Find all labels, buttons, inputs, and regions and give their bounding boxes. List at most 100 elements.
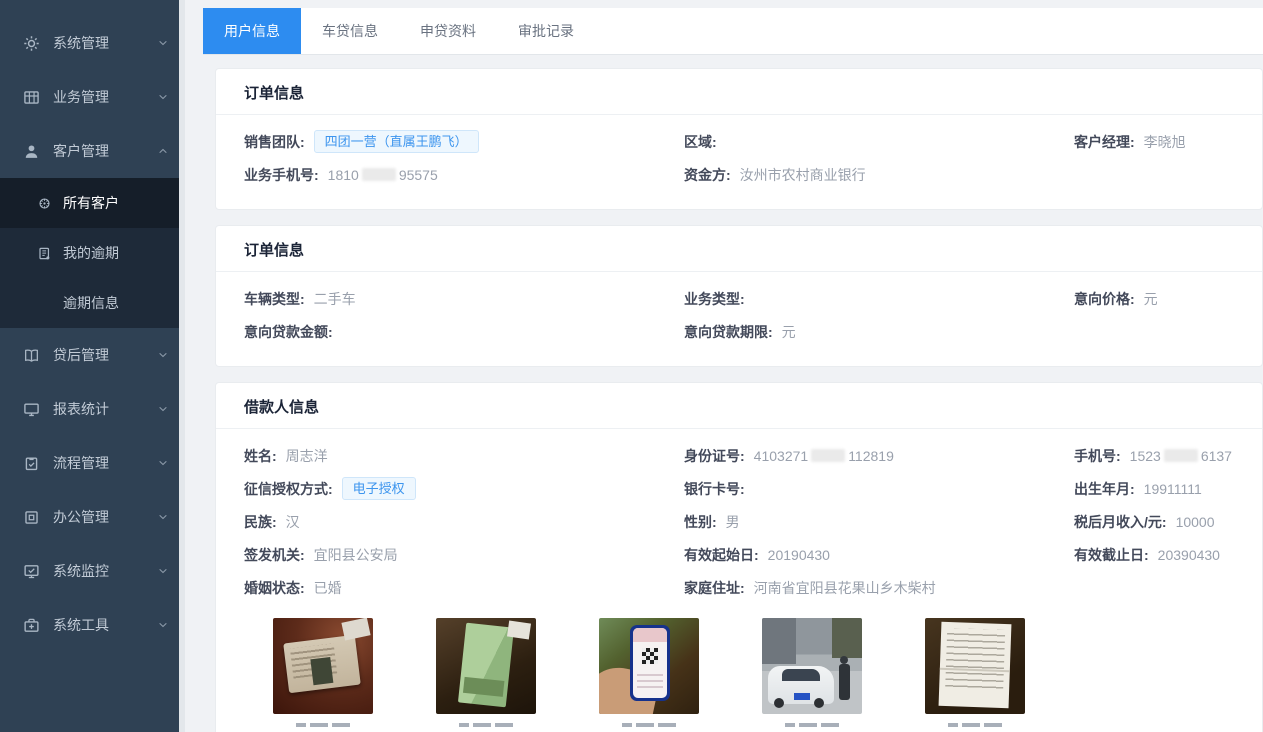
sidebar-item-report-statistics[interactable]: 报表统计 <box>0 382 185 436</box>
redacted-blur <box>811 449 845 462</box>
paper-scrap <box>341 618 370 641</box>
value-prefix: 4103271 <box>754 448 809 464</box>
tree-graphic <box>832 618 862 658</box>
sidebar-item-my-overdue[interactable]: 我的逾期 <box>0 228 185 278</box>
booklet-band <box>463 677 504 697</box>
field-valid-from: 有效起始日20190430 <box>684 545 1074 565</box>
notebook-icon <box>37 246 52 261</box>
field-label: 姓名 <box>244 446 286 466</box>
photo-strip <box>244 604 1234 727</box>
field-label: 意向贷款金额 <box>244 322 342 342</box>
field-birth-date: 出生年月19911111 <box>1074 479 1234 499</box>
sidebar-item-system-management[interactable]: 系统管理 <box>0 16 185 70</box>
field-row: 意向贷款金额意向贷款期限元 <box>244 315 1234 348</box>
photo-caption-clipped <box>296 723 350 727</box>
field-label: 意向价格 <box>1074 289 1144 309</box>
id-card-portrait <box>310 657 333 685</box>
card-order-info-1: 订单信息销售团队四团一营（直属王鹏飞）区域客户经理李晓旭业务手机号1810955… <box>215 68 1263 210</box>
field-gender: 性别男 <box>684 512 1074 532</box>
person-with-car-photo[interactable] <box>762 618 862 714</box>
field-ethnicity: 民族汉 <box>244 512 684 532</box>
field-credit-auth-method: 征信授权方式电子授权 <box>244 477 684 501</box>
sidebar-item-post-loan-management[interactable]: 贷后管理 <box>0 328 185 382</box>
car-wheel <box>774 698 784 708</box>
sidebar-item-label: 我的逾期 <box>63 243 119 263</box>
green-booklet-photo[interactable] <box>436 618 536 714</box>
sidebar-item-system-monitor[interactable]: 系统监控 <box>0 544 185 598</box>
card-title: 借款人信息 <box>216 383 1262 429</box>
sidebar-item-system-tools[interactable]: 系统工具 <box>0 598 185 652</box>
sidebar-item-all-customers[interactable]: 所有客户 <box>0 178 185 228</box>
field-marital-status: 婚姻状态已婚 <box>244 578 684 598</box>
tab-car-loan-info[interactable]: 车贷信息 <box>301 8 399 54</box>
field-label: 税后月收入/元 <box>1074 512 1176 532</box>
handwriting-lines <box>945 628 1005 690</box>
tab-user-info[interactable]: 用户信息 <box>203 8 301 54</box>
green-booklet-graphic <box>458 623 514 708</box>
field-label: 有效截止日 <box>1074 545 1158 565</box>
sidebar-item-label: 系统监控 <box>53 561 109 581</box>
handwritten-document-photo[interactable] <box>925 618 1025 714</box>
field-label: 银行卡号 <box>684 479 754 499</box>
photo-item <box>925 618 1025 727</box>
field-label: 资金方 <box>684 165 740 185</box>
sidebar-item-label: 报表统计 <box>53 399 109 419</box>
field-label: 业务手机号 <box>244 165 328 185</box>
photo-caption-clipped <box>948 723 1002 727</box>
field-row: 征信授权方式电子授权银行卡号 出生年月19911111 <box>244 472 1234 505</box>
field-label: 婚姻状态 <box>244 578 314 598</box>
field-label: 有效起始日 <box>684 545 768 565</box>
chevron-down-icon <box>157 91 169 103</box>
photo-caption-clipped <box>622 723 676 727</box>
field-label: 区域 <box>684 132 726 152</box>
field-label: 车辆类型 <box>244 289 314 309</box>
photo-caption-clipped <box>459 723 513 727</box>
paper-graphic <box>939 622 1012 708</box>
field-value: 4103271112819 <box>754 448 894 464</box>
sidebar-item-process-management[interactable]: 流程管理 <box>0 436 185 490</box>
sidebar-item-label: 所有客户 <box>63 193 119 213</box>
photo-item <box>599 618 699 727</box>
field-label: 签发机关 <box>244 545 314 565</box>
field-value: 元 <box>1144 289 1158 309</box>
sidebar-item-label: 业务管理 <box>53 87 109 107</box>
sidebar-item-label: 贷后管理 <box>53 345 109 365</box>
phone-qr-code-photo[interactable] <box>599 618 699 714</box>
sidebar-item-office-management[interactable]: 办公管理 <box>0 490 185 544</box>
sidebar-scrollbar[interactable] <box>179 0 185 732</box>
card-order-info-2: 订单信息车辆类型二手车 业务类型 意向价格元意向贷款金额意向贷款期限元 <box>215 225 1263 367</box>
field-label: 性别 <box>684 512 726 532</box>
chevron-down-icon <box>157 37 169 49</box>
value-suffix: 6137 <box>1201 448 1232 464</box>
value-prefix: 1523 <box>1130 448 1161 464</box>
field-label: 业务类型 <box>684 289 754 309</box>
chevron-down-icon <box>157 511 169 523</box>
car-windshield <box>782 669 820 681</box>
field-value: 20390430 <box>1158 547 1220 563</box>
sidebar-item-customer-management[interactable]: 客户管理 <box>0 124 185 178</box>
card-title: 订单信息 <box>216 226 1262 272</box>
field-intent-price: 意向价格元 <box>1074 289 1234 309</box>
user-icon <box>23 143 40 160</box>
card-borrower-info: 借款人信息姓名周志洋身份证号4103271112819手机号15236137征信… <box>215 382 1263 732</box>
field-mobile: 手机号15236137 <box>1074 446 1234 466</box>
tab-loan-application-docs[interactable]: 申贷资料 <box>399 8 497 54</box>
content-area: 订单信息销售团队四团一营（直属王鹏飞）区域客户经理李晓旭业务手机号1810955… <box>191 55 1263 732</box>
id-card-photo[interactable] <box>273 618 373 714</box>
monitor-check-icon <box>23 563 40 580</box>
toolbox-icon <box>23 617 40 634</box>
photo-caption-clipped <box>785 723 839 727</box>
chevron-down-icon <box>157 619 169 631</box>
photo-item <box>273 618 373 727</box>
phone-graphic <box>630 625 670 701</box>
sidebar-item-business-management[interactable]: 业务管理 <box>0 70 185 124</box>
tab-approval-records[interactable]: 审批记录 <box>497 8 595 54</box>
field-value: 二手车 <box>314 289 356 309</box>
id-card-graphic <box>283 635 361 693</box>
sidebar-item-overdue-info[interactable]: 逾期信息 <box>0 278 185 328</box>
field-row: 业务手机号181095575资金方汝州市农村商业银行 <box>244 158 1234 191</box>
field-label: 出生年月 <box>1074 479 1144 499</box>
field-name: 姓名周志洋 <box>244 446 684 466</box>
car-wheel <box>814 698 824 708</box>
card-body: 姓名周志洋身份证号4103271112819手机号15236137征信授权方式电… <box>216 429 1262 732</box>
